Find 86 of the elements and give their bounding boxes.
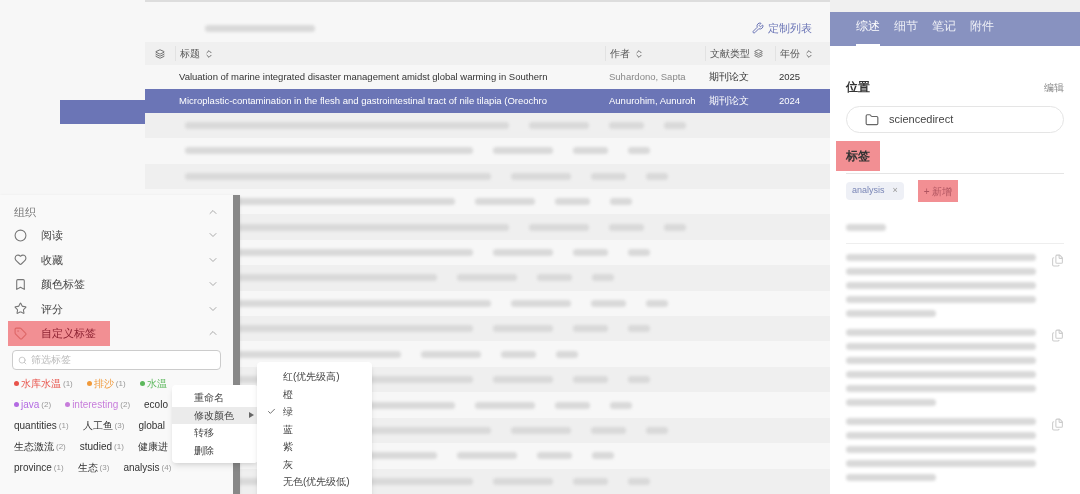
title-cell-text: Microplastic-contamination in the flesh and gastrointestinal tract of nile tilapia (Oreochro [178, 93, 549, 108]
type-cell-text: 期刊论文 [708, 69, 750, 84]
copy-icon[interactable] [1051, 254, 1064, 267]
layers-icon [754, 49, 763, 59]
circle-icon [14, 228, 27, 242]
blurred-author [493, 147, 553, 155]
blurred-year [610, 198, 632, 206]
wrench-icon [752, 22, 764, 35]
blurred-author [493, 249, 553, 256]
tag-item[interactable]: analysis (4) [123, 460, 172, 475]
sidebar-item[interactable]: 阅读 [8, 223, 77, 248]
tags-label: 标签 [836, 141, 880, 171]
tag-chip: analysis × [846, 182, 904, 200]
column-header[interactable]: 作者 [610, 46, 630, 62]
blurred-author [511, 299, 571, 307]
tag-item[interactable]: studied (1) [79, 439, 124, 454]
sidebar-item[interactable]: 颜色标签 [8, 272, 99, 297]
title-cell-text: Valuation of marine integrated disaster management amidst global warming in Southern [178, 69, 549, 84]
column-header[interactable]: 文献类型 [710, 46, 750, 62]
tag-item[interactable]: 健康进 [137, 439, 168, 454]
copy-icon[interactable] [1051, 418, 1064, 431]
blurred-type [501, 350, 536, 358]
heart-icon [14, 253, 27, 267]
tag-icon [14, 326, 27, 340]
tag-item[interactable]: 生态激流 (2) [14, 439, 66, 454]
year-cell-text: 2024 [778, 93, 802, 108]
menu-item[interactable]: 红(优先级高) [257, 368, 372, 386]
menu-item[interactable]: 转移 [172, 424, 258, 442]
tag-item[interactable]: 生态 (3) [77, 460, 110, 475]
copy-icon[interactable] [1051, 329, 1064, 342]
tag-item[interactable]: 水库水温 (1) [14, 376, 73, 391]
menu-item[interactable]: 蓝 [257, 420, 372, 438]
blurred-author [475, 401, 535, 409]
sort-icon[interactable] [634, 48, 644, 59]
type-cell-text: 期刊论文 [708, 93, 750, 108]
menu-item[interactable]: 重命名 [172, 389, 258, 407]
check-icon [267, 407, 276, 417]
blurred-year [646, 299, 668, 307]
tag-item[interactable]: ecolo [144, 397, 168, 412]
blurred-type [555, 401, 590, 409]
layers-icon [155, 48, 165, 59]
author-cell-text: Aunurohim, Aunuroh [608, 93, 697, 108]
menu-item[interactable]: 无色(优先级低) [257, 473, 372, 491]
column-header[interactable]: 年份 [780, 46, 800, 62]
sort-icon[interactable] [204, 48, 214, 59]
sidebar-item[interactable]: 评分 [8, 296, 77, 321]
author-cell-text: Suhardono, Sapta [608, 69, 687, 84]
table-row[interactable]: Microplastic-contamination in the flesh and gastrointestinal tract of nile tilapia (Oreochro Aunurohim, Aunuroh 期刊论文 2024 [145, 88, 830, 113]
menu-item[interactable]: 紫 [257, 438, 372, 456]
blurred-type [573, 249, 608, 256]
column-header[interactable]: 标题 [180, 46, 200, 62]
blurred-year [556, 350, 578, 358]
blurred-year [628, 147, 650, 155]
panel-title: 组织 [14, 204, 36, 220]
tag-item[interactable]: quantities (1) [14, 418, 69, 433]
blurred-heading [846, 224, 886, 231]
location-label: 位置 [846, 79, 870, 96]
menu-item[interactable]: 橙 [257, 385, 372, 403]
menu-item[interactable]: 修改颜色 [172, 406, 258, 424]
edit-link[interactable]: 编辑 [1044, 79, 1064, 95]
search-icon [18, 355, 27, 365]
customize-list-button[interactable]: 定制列表 [752, 20, 812, 37]
tag-item[interactable]: global [138, 418, 166, 433]
sidebar-item[interactable]: 自定义标签 [8, 321, 110, 346]
tag-item[interactable]: province (1) [14, 460, 64, 475]
folder-icon [865, 112, 879, 127]
blurred-type [573, 147, 608, 155]
blurred-type [537, 452, 572, 460]
sidebar-item[interactable]: 收藏 [8, 247, 77, 272]
sort-icon[interactable] [804, 48, 814, 59]
tag-item[interactable]: 人工鱼 (3) [82, 418, 125, 433]
blurred-type [591, 299, 626, 307]
blurred-year [610, 401, 632, 409]
menu-item[interactable]: 删除 [172, 441, 258, 459]
blurred-type [555, 198, 590, 206]
blurred-author [457, 452, 517, 460]
submenu-arrow-icon [249, 412, 254, 419]
blurred-author [475, 198, 535, 206]
menu-item[interactable]: 绿 [257, 403, 372, 421]
blurred-year [592, 452, 614, 460]
year-cell-text: 2025 [778, 69, 802, 84]
blurred-author [421, 350, 481, 358]
bookmark-icon [14, 277, 27, 291]
blurred-year [628, 249, 650, 256]
menu-item[interactable]: 灰 [257, 455, 372, 473]
star-icon [14, 302, 27, 316]
